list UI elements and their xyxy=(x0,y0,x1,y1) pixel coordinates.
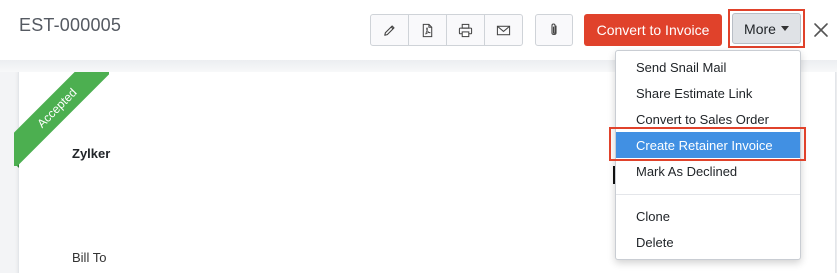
mail-icon xyxy=(496,25,511,35)
menu-item-share-estimate-link[interactable]: Share Estimate Link xyxy=(616,80,800,106)
edit-button[interactable] xyxy=(370,14,409,46)
pencil-icon xyxy=(384,24,395,36)
menu-item-mark-as-declined[interactable]: Mark As Declined xyxy=(616,158,800,184)
paperclip-icon xyxy=(551,23,557,36)
action-button-group xyxy=(370,14,523,46)
menu-item-send-snail-mail[interactable]: Send Snail Mail xyxy=(616,54,800,80)
more-button[interactable]: More xyxy=(732,13,801,44)
menu-item-highlight xyxy=(609,127,806,161)
caret-down-icon xyxy=(780,26,789,31)
menu-divider xyxy=(616,194,800,195)
company-name: Zylker xyxy=(72,146,111,161)
pdf-icon xyxy=(422,23,433,37)
pdf-button[interactable] xyxy=(408,14,447,46)
print-icon xyxy=(458,23,473,37)
bill-to-label: Bill To xyxy=(72,250,107,265)
convert-to-invoice-button[interactable]: Convert to Invoice xyxy=(584,14,722,46)
menu-item-clone[interactable]: Clone xyxy=(616,203,800,229)
email-button[interactable] xyxy=(484,14,523,46)
menu-item-delete[interactable]: Delete xyxy=(616,229,800,255)
attachment-button[interactable] xyxy=(535,14,573,46)
close-icon[interactable] xyxy=(812,21,830,39)
page-title: EST-000005 xyxy=(19,15,122,35)
more-button-label: More xyxy=(744,20,776,37)
print-button[interactable] xyxy=(446,14,485,46)
